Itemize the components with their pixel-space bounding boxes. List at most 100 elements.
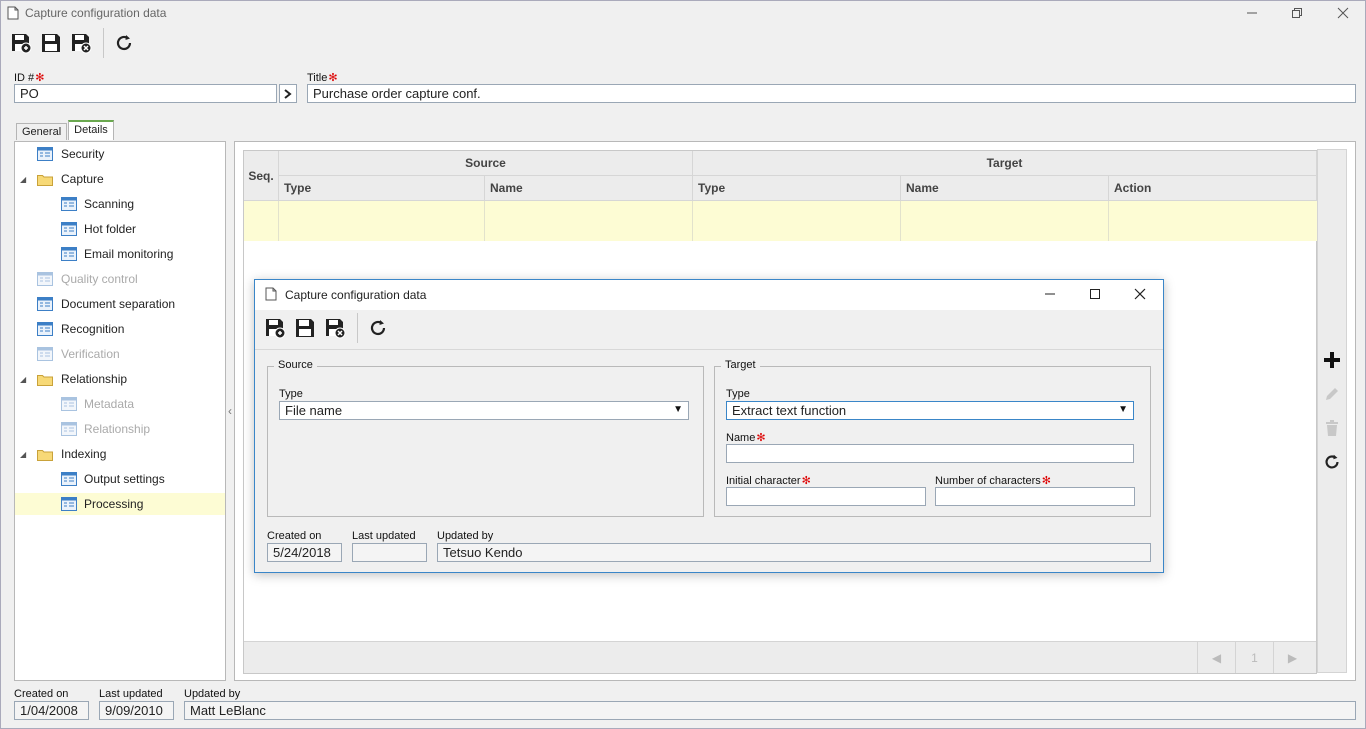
grid-header-action[interactable]: Action <box>1109 176 1317 201</box>
tree-item-label: Recognition <box>61 322 125 336</box>
add-button[interactable] <box>1318 346 1346 374</box>
tree-item-output-settings[interactable]: Output settings <box>61 468 225 490</box>
plus-icon <box>1324 352 1340 368</box>
tree-item-recognition[interactable]: Recognition <box>37 318 225 340</box>
dialog-minimize-button[interactable] <box>1027 282 1073 306</box>
save-close-icon <box>326 319 346 339</box>
grid-header-target-type[interactable]: Type <box>693 176 901 201</box>
title-label-text: Title <box>307 72 328 84</box>
target-type-select[interactable]: Extract text function ▼ <box>726 401 1134 420</box>
number-of-characters-field[interactable] <box>935 487 1135 506</box>
dialog-title: Capture configuration data <box>285 288 427 302</box>
number-of-characters-label: Number of characters✻ <box>935 474 1051 487</box>
minimize-icon <box>1247 12 1257 14</box>
refresh-grid-button[interactable] <box>1318 448 1346 476</box>
minimize-icon <box>1045 293 1055 295</box>
tree-item-indexing[interactable]: ◢ Indexing <box>15 443 225 465</box>
tree-item-label: Hot folder <box>84 222 137 236</box>
next-page-button[interactable]: ▶ <box>1273 642 1311 673</box>
document-icon <box>265 287 277 304</box>
page-number[interactable]: 1 <box>1235 642 1273 673</box>
table-row[interactable] <box>244 201 1317 241</box>
save-close-icon <box>72 34 92 54</box>
restore-button[interactable] <box>1274 1 1320 25</box>
dialog-created-on-field: 5/24/2018 <box>267 543 342 562</box>
tree-item-relationship[interactable]: Relationship <box>61 418 225 440</box>
save-new-icon <box>266 319 286 339</box>
tree-item-hot-folder[interactable]: Hot folder <box>61 218 225 240</box>
dialog-created-on-label: Created on <box>267 530 322 542</box>
tree-item-label: Output settings <box>84 472 165 486</box>
grid-header-source-name[interactable]: Name <box>485 176 693 201</box>
tree-item-label: Security <box>61 147 105 161</box>
dialog-close-button[interactable] <box>1117 282 1163 306</box>
minimize-button[interactable] <box>1229 1 1275 25</box>
triangle-right-icon: ▶ <box>1287 650 1298 665</box>
dialog-last-updated-field <box>352 543 427 562</box>
tree-item-scanning[interactable]: Scanning <box>61 193 225 215</box>
id-field[interactable]: PO <box>14 84 277 103</box>
save-button[interactable] <box>37 29 65 57</box>
pencil-icon <box>1326 388 1338 400</box>
tree-item-security[interactable]: Security <box>37 143 225 165</box>
id-label-text: ID # <box>14 72 35 84</box>
source-group: Source Type File name ▼ <box>267 359 704 517</box>
main-toolbar <box>7 28 140 58</box>
required-icon: ✻ <box>35 72 45 84</box>
save-new-button[interactable] <box>7 29 35 57</box>
tree-item-metadata[interactable]: Metadata <box>61 393 225 415</box>
grid-header-target-name[interactable]: Name <box>901 176 1109 201</box>
grid-header-source: Source <box>279 151 693 176</box>
tree-item-capture[interactable]: ◢ Capture <box>15 168 225 190</box>
refresh-button[interactable] <box>364 314 392 342</box>
tree-item-verification[interactable]: Verification <box>37 343 225 365</box>
initial-character-label: Initial character✻ <box>726 474 811 487</box>
refresh-button[interactable] <box>110 29 138 57</box>
title-field[interactable]: Purchase order capture conf. <box>307 84 1356 103</box>
name-label: Name✻ <box>726 431 766 444</box>
save-new-icon <box>12 34 32 54</box>
save-button[interactable] <box>291 314 319 342</box>
refresh-icon <box>116 35 132 51</box>
tab-details[interactable]: Details <box>68 120 114 140</box>
toolbar-separator <box>103 28 104 58</box>
dropdown-arrow-icon: ▼ <box>1118 404 1128 415</box>
dialog-maximize-button[interactable] <box>1072 282 1118 306</box>
initial-character-field[interactable] <box>726 487 926 506</box>
number-of-characters-label-text: Number of characters <box>935 475 1041 487</box>
tree-item-document-separation[interactable]: Document separation <box>37 293 225 315</box>
name-field[interactable] <box>726 444 1134 463</box>
folder-icon <box>37 374 53 386</box>
panel-splitter[interactable]: ‹ <box>226 141 234 681</box>
grid-header-seq[interactable]: Seq. <box>244 151 279 201</box>
tree-item-relationship-folder[interactable]: ◢ Relationship <box>15 368 225 390</box>
grid-header-source-type[interactable]: Type <box>279 176 485 201</box>
source-type-select[interactable]: File name ▼ <box>279 401 689 420</box>
tab-general[interactable]: General <box>16 123 68 140</box>
refresh-icon <box>370 320 386 336</box>
save-new-button[interactable] <box>261 314 289 342</box>
prev-page-button[interactable]: ◀ <box>1197 642 1235 673</box>
delete-button[interactable] <box>1318 414 1346 442</box>
expand-arrow-icon: ◢ <box>20 449 27 459</box>
tree-item-email-monitoring[interactable]: Email monitoring <box>61 243 225 265</box>
close-button[interactable] <box>1320 1 1366 25</box>
tree-item-quality-control[interactable]: Quality control <box>37 268 225 290</box>
refresh-icon <box>1325 454 1339 469</box>
required-icon: ✻ <box>756 432 766 444</box>
expand-arrow-icon: ◢ <box>20 374 27 384</box>
target-legend: Target <box>721 359 760 371</box>
grid-action-bar <box>1317 149 1347 673</box>
tree-item-processing[interactable]: Processing <box>15 493 225 515</box>
divider <box>255 349 1163 350</box>
required-icon: ✻ <box>801 475 811 487</box>
tree-item-label: Processing <box>84 497 144 511</box>
save-close-button[interactable] <box>321 314 349 342</box>
grid-header-target: Target <box>693 151 1317 176</box>
navigation-tree: Security ◢ Capture Scanning Hot folder E… <box>14 141 226 681</box>
form-icon <box>61 397 77 411</box>
toolbar-separator <box>357 313 358 343</box>
save-close-button[interactable] <box>67 29 95 57</box>
edit-button[interactable] <box>1318 380 1346 408</box>
id-lookup-button[interactable] <box>279 84 297 103</box>
